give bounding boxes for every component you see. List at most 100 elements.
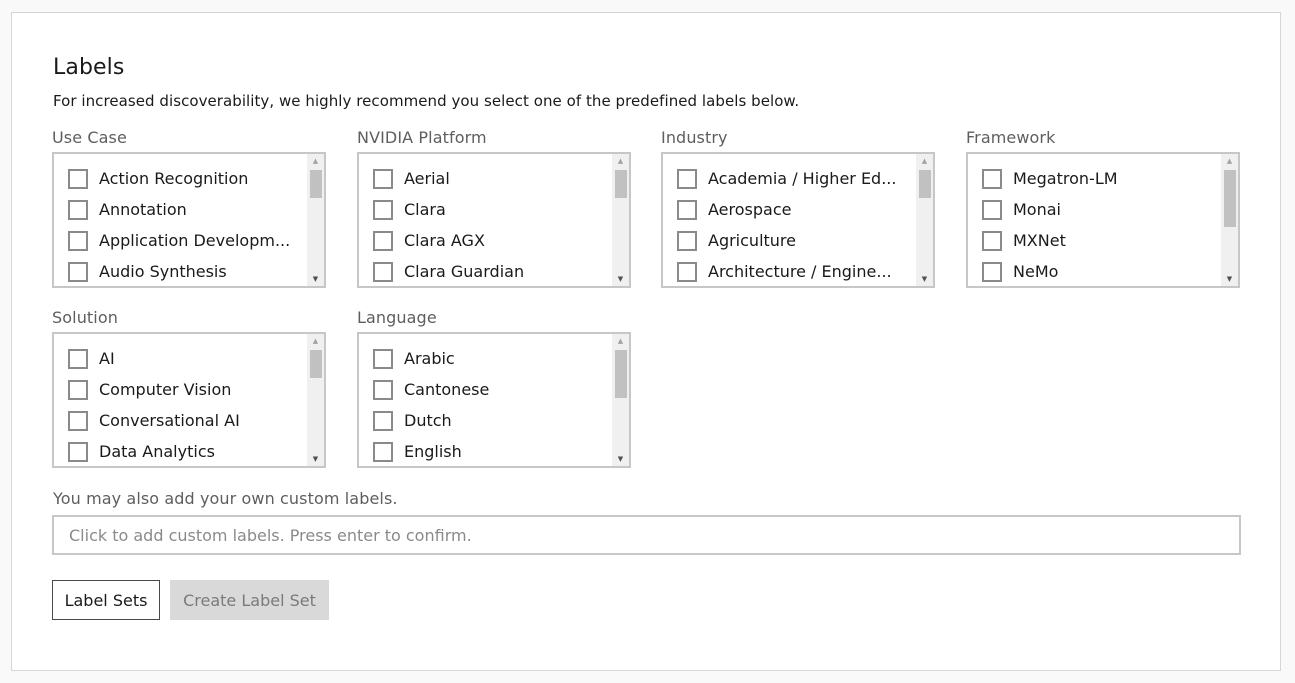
scroll-up-arrow-icon[interactable]: ▲ xyxy=(1221,154,1238,168)
checkbox[interactable] xyxy=(68,199,88,220)
scroll-up-arrow-icon[interactable]: ▲ xyxy=(612,334,629,348)
scrollbar-thumb[interactable] xyxy=(615,170,627,198)
checkbox[interactable] xyxy=(68,379,88,400)
scrollbar-thumb[interactable] xyxy=(615,350,627,398)
checkbox-option[interactable]: Architecture / Engine... xyxy=(663,256,915,286)
checkbox-list-items: AI Computer Vision Conversational AI Data A… xyxy=(54,343,306,466)
checkbox[interactable] xyxy=(677,261,697,282)
label-sets-button[interactable]: Label Sets xyxy=(52,580,160,620)
scroll-down-arrow-icon[interactable]: ▼ xyxy=(612,452,629,466)
checkbox-option[interactable]: Aerial xyxy=(359,163,611,194)
checkbox-option-label: Annotation xyxy=(99,200,187,219)
scroll-up-arrow-icon[interactable]: ▲ xyxy=(612,154,629,168)
scroll-down-arrow-icon[interactable]: ▼ xyxy=(307,452,324,466)
checkbox[interactable] xyxy=(677,199,697,220)
checkbox[interactable] xyxy=(373,199,393,220)
checkbox-option[interactable]: Aerospace xyxy=(663,194,915,225)
checkbox[interactable] xyxy=(68,348,88,369)
custom-labels-input[interactable] xyxy=(52,515,1241,555)
checkbox[interactable] xyxy=(68,261,88,282)
checkbox-option[interactable]: NeMo xyxy=(968,256,1220,286)
checkbox-option-label: Clara AGX xyxy=(404,231,485,250)
checkbox-option[interactable]: Cantonese xyxy=(359,374,611,405)
checkbox-option[interactable]: Dutch xyxy=(359,405,611,436)
scrollbar[interactable]: ▲ ▼ xyxy=(916,154,933,286)
checkbox-list[interactable]: Action Recognition Annotation Application … xyxy=(52,152,326,288)
checkbox-list[interactable]: Aerial Clara Clara AGX Clara Guardian ▲ ▼ xyxy=(357,152,631,288)
section-description: For increased discoverability, we highly… xyxy=(53,92,800,110)
checkbox[interactable] xyxy=(68,230,88,251)
scrollbar[interactable]: ▲ ▼ xyxy=(1221,154,1238,286)
checkbox[interactable] xyxy=(373,230,393,251)
checkbox[interactable] xyxy=(373,261,393,282)
checkbox[interactable] xyxy=(373,410,393,431)
checkbox-option-label: NeMo xyxy=(1013,262,1059,281)
checkbox[interactable] xyxy=(68,410,88,431)
checkbox-option[interactable]: Data Analytics xyxy=(54,436,306,466)
checkbox-list[interactable]: Arabic Cantonese Dutch English ▲ ▼ xyxy=(357,332,631,468)
checkbox-option-label: Dutch xyxy=(404,411,452,430)
checkbox[interactable] xyxy=(982,261,1002,282)
checkbox-option[interactable]: Application Developm... xyxy=(54,225,306,256)
checkbox-option[interactable]: English xyxy=(359,436,611,466)
scrollbar-thumb[interactable] xyxy=(1224,170,1236,227)
custom-labels-heading: You may also add your own custom labels. xyxy=(53,489,398,508)
checkbox-list[interactable]: Academia / Higher Ed... Aerospace Agricult… xyxy=(661,152,935,288)
scroll-down-arrow-icon[interactable]: ▼ xyxy=(307,272,324,286)
checkbox-option[interactable]: Agriculture xyxy=(663,225,915,256)
label-group-industry: Industry Academia / Higher Ed... Aerospace… xyxy=(661,128,935,288)
checkbox-option-label: Computer Vision xyxy=(99,380,232,399)
scroll-up-arrow-icon[interactable]: ▲ xyxy=(307,154,324,168)
checkbox[interactable] xyxy=(373,441,393,462)
checkbox-option[interactable]: Academia / Higher Ed... xyxy=(663,163,915,194)
checkbox-option[interactable]: Clara xyxy=(359,194,611,225)
checkbox[interactable] xyxy=(677,168,697,189)
checkbox[interactable] xyxy=(982,230,1002,251)
checkbox[interactable] xyxy=(982,199,1002,220)
checkbox-option[interactable]: AI xyxy=(54,343,306,374)
checkbox[interactable] xyxy=(677,230,697,251)
group-label: NVIDIA Platform xyxy=(357,128,487,147)
checkbox-option[interactable]: Monai xyxy=(968,194,1220,225)
checkbox-option-label: Architecture / Engine... xyxy=(708,262,892,281)
checkbox[interactable] xyxy=(68,168,88,189)
scrollbar[interactable]: ▲ ▼ xyxy=(612,154,629,286)
checkbox-option[interactable]: Audio Synthesis xyxy=(54,256,306,286)
checkbox[interactable] xyxy=(373,379,393,400)
scroll-up-arrow-icon[interactable]: ▲ xyxy=(916,154,933,168)
checkbox-option[interactable]: Megatron-LM xyxy=(968,163,1220,194)
scrollbar[interactable]: ▲ ▼ xyxy=(307,154,324,286)
checkbox-option-label: Monai xyxy=(1013,200,1061,219)
checkbox-option-label: Audio Synthesis xyxy=(99,262,227,281)
group-label: Framework xyxy=(966,128,1056,147)
label-group-solution: Solution AI Computer Vision Conversational … xyxy=(52,308,326,468)
scroll-down-arrow-icon[interactable]: ▼ xyxy=(916,272,933,286)
checkbox-list[interactable]: Megatron-LM Monai MXNet NeMo ▲ ▼ xyxy=(966,152,1240,288)
checkbox-option[interactable]: Clara AGX xyxy=(359,225,611,256)
checkbox-option-label: Conversational AI xyxy=(99,411,240,430)
checkbox-option-label: Clara xyxy=(404,200,446,219)
scrollbar-thumb[interactable] xyxy=(310,350,322,378)
group-label: Industry xyxy=(661,128,728,147)
scrollbar-thumb[interactable] xyxy=(310,170,322,198)
scroll-up-arrow-icon[interactable]: ▲ xyxy=(307,334,324,348)
label-group-nvidia-platform: NVIDIA Platform Aerial Clara Clara AGX Clara… xyxy=(357,128,631,288)
checkbox-option[interactable]: Arabic xyxy=(359,343,611,374)
checkbox-option[interactable]: Action Recognition xyxy=(54,163,306,194)
scrollbar[interactable]: ▲ ▼ xyxy=(612,334,629,466)
scrollbar-thumb[interactable] xyxy=(919,170,931,198)
scroll-down-arrow-icon[interactable]: ▼ xyxy=(612,272,629,286)
checkbox[interactable] xyxy=(982,168,1002,189)
checkbox[interactable] xyxy=(373,348,393,369)
checkbox-option[interactable]: MXNet xyxy=(968,225,1220,256)
checkbox[interactable] xyxy=(68,441,88,462)
checkbox-list[interactable]: AI Computer Vision Conversational AI Data A… xyxy=(52,332,326,468)
scrollbar[interactable]: ▲ ▼ xyxy=(307,334,324,466)
checkbox-option[interactable]: Conversational AI xyxy=(54,405,306,436)
checkbox-option[interactable]: Computer Vision xyxy=(54,374,306,405)
create-label-set-button[interactable]: Create Label Set xyxy=(170,580,329,620)
scroll-down-arrow-icon[interactable]: ▼ xyxy=(1221,272,1238,286)
checkbox-option[interactable]: Clara Guardian xyxy=(359,256,611,286)
checkbox-option[interactable]: Annotation xyxy=(54,194,306,225)
checkbox[interactable] xyxy=(373,168,393,189)
